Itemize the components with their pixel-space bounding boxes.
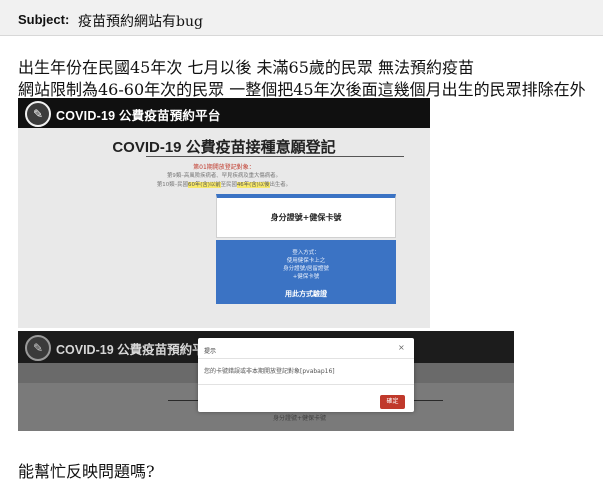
- site-title-dimmed: COVID-19 公費疫苗預約平台: [56, 343, 218, 357]
- dialog-divider-bottom: [198, 384, 414, 385]
- notice-line-2-mid: 至民國: [220, 182, 237, 188]
- syringe-icon: ✎: [25, 335, 51, 361]
- dialog-title: 提示: [204, 348, 217, 355]
- site-title: COVID-19 公費疫苗預約平台: [56, 109, 221, 123]
- notice-line-2: 第10類–民國60年(含)以前至民國46年(含)以後出生者。: [18, 180, 430, 188]
- body-line-2: 網站限制為46-60年次的民眾 一整個把45年次後面這幾個月出生的民眾排除在外: [18, 80, 586, 99]
- closing-line: 能幫忙反映問題嗎?: [18, 462, 155, 481]
- site-header: ✎ COVID-19 公費疫苗預約平台: [18, 98, 430, 128]
- notice-highlight-2: 46年(含)以後: [236, 182, 270, 188]
- login-method-line-3: 身分證號/居留證號: [283, 266, 329, 272]
- id-method-card[interactable]: 身分證號+健保卡號: [216, 194, 396, 238]
- screenshot-error-dialog: ✎ COVID-19 公費疫苗預約平台 身分證號+健保卡號 提示 × 您的卡號錯…: [18, 331, 514, 431]
- body-line-1: 出生年份在民國45年次 七月以後 未滿65歲的民眾 無法預約疫苗: [18, 58, 474, 77]
- verify-button[interactable]: 用此方式驗證: [216, 289, 396, 299]
- close-icon[interactable]: ×: [398, 343, 405, 352]
- login-method-line-4: +健保卡號: [292, 274, 320, 280]
- confirm-button[interactable]: 確定: [380, 395, 405, 409]
- notice-line-2-suffix: 出生者。: [269, 182, 292, 188]
- notice-line-2-prefix: 第10類–民國: [156, 182, 189, 188]
- error-dialog: 提示 × 您的卡號錯誤或非本期開放登記對象[pvabap16] 確定: [198, 338, 414, 412]
- dialog-divider-top: [198, 358, 414, 359]
- subject-value: 疫苗預約網站有bug: [78, 14, 203, 30]
- subject-label: Subject:: [18, 12, 70, 27]
- login-method-line-2: 使用健保卡上之: [286, 258, 326, 264]
- dialog-message: 您的卡號錯誤或非本期開放登記對象[pvabap16]: [204, 368, 335, 375]
- syringe-icon: ✎: [25, 101, 51, 127]
- login-method-line-1: 登入方式：: [292, 250, 320, 256]
- id-method-label: 身分證號+健保卡號: [270, 213, 342, 222]
- page-title: COVID-19 公費疫苗接種意願登記: [112, 139, 336, 156]
- notice-line-1: 第9類–高風險疾病者、罕見疾病及重大傷病者。: [167, 173, 281, 179]
- login-method-card[interactable]: 登入方式： 使用健保卡上之 身分證號/居留證號 +健保卡號 用此方式驗證: [216, 240, 396, 304]
- title-divider: [146, 156, 404, 157]
- background-card-label: 身分證號+健保卡號: [273, 415, 327, 422]
- subject-bar: Subject: 疫苗預約網站有bug: [0, 0, 603, 36]
- screenshot-registration-page: ✎ COVID-19 公費疫苗預約平台 COVID-19 公費疫苗接種意願登記 …: [18, 98, 430, 328]
- notice-highlight-1: 60年(含)以前: [188, 182, 221, 188]
- notice-heading: 第01期開放登記對象：: [193, 164, 255, 171]
